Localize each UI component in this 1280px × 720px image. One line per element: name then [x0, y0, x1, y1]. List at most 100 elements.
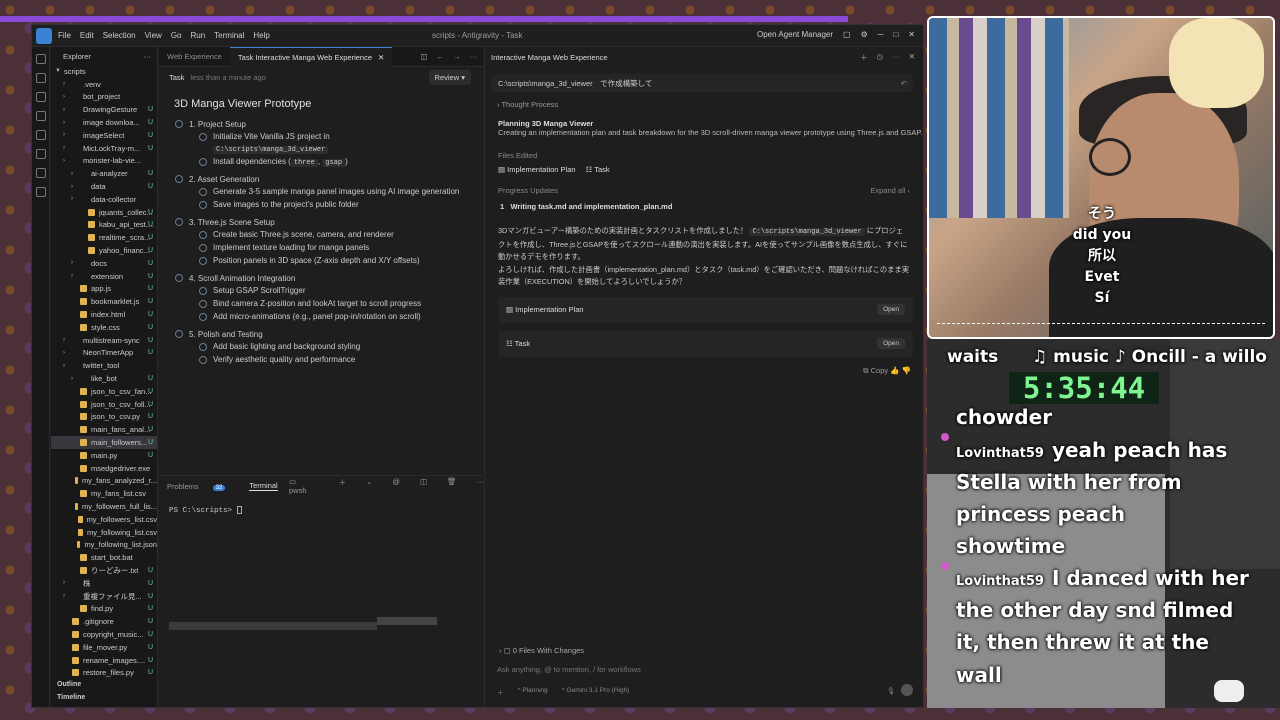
status-circle-icon[interactable]: [175, 175, 183, 183]
tab-terminal[interactable]: Terminal: [249, 481, 278, 491]
minimize-button[interactable]: ─: [878, 30, 884, 39]
tree-item[interactable]: › like_bot U: [51, 372, 157, 385]
tree-item[interactable]: › ai-analyzer U: [51, 167, 157, 180]
new-terminal-icon[interactable]: ＋: [339, 477, 347, 495]
tree-item[interactable]: › data-collector: [51, 193, 157, 206]
settings-icon[interactable]: ⚙: [861, 30, 868, 39]
tree-item[interactable]: copyright_music... U: [51, 628, 157, 641]
expand-all-button[interactable]: Expand all ‹: [870, 186, 910, 195]
menu-item-view[interactable]: View: [145, 31, 162, 40]
chevron-down-icon[interactable]: ⌄: [366, 477, 372, 495]
tree-item[interactable]: main_fans_anal... U: [51, 423, 157, 436]
tree-item[interactable]: .gitignore U: [51, 615, 157, 628]
tree-item[interactable]: index.html U: [51, 308, 157, 321]
status-circle-icon[interactable]: [199, 244, 207, 252]
tree-item[interactable]: json_to_csv_foll... U: [51, 398, 157, 411]
status-circle-icon[interactable]: [199, 356, 207, 364]
menu-item-file[interactable]: File: [58, 31, 71, 40]
status-circle-icon[interactable]: [199, 287, 207, 295]
open-agent-manager-button[interactable]: Open Agent Manager: [757, 30, 833, 39]
extensions-icon[interactable]: [36, 130, 46, 140]
tree-item[interactable]: my_following_list.csv: [51, 526, 157, 539]
status-circle-icon[interactable]: [175, 120, 183, 128]
status-circle-icon[interactable]: [199, 201, 207, 209]
mic-icon[interactable]: 🎙: [887, 687, 895, 695]
new-chat-icon[interactable]: ＋: [860, 52, 868, 63]
history-icon[interactable]: ◷: [877, 52, 884, 63]
thought-process-toggle[interactable]: › Thought Process: [497, 100, 923, 109]
tree-item[interactable]: › multistream-sync U: [51, 334, 157, 347]
status-circle-icon[interactable]: [175, 274, 183, 282]
status-circle-icon[interactable]: [175, 218, 183, 226]
tree-item[interactable]: find.py U: [51, 602, 157, 615]
tree-item[interactable]: › MicLockTray-m... U: [51, 142, 157, 155]
tab-web-experience[interactable]: Web Experience: [159, 47, 230, 67]
menu-item-run[interactable]: Run: [190, 31, 205, 40]
status-circle-icon[interactable]: [199, 343, 207, 351]
remote-icon[interactable]: [36, 149, 46, 159]
tree-item[interactable]: › imageSelect U: [51, 129, 157, 142]
trash-icon[interactable]: 🗑: [447, 477, 457, 495]
run-debug-icon[interactable]: [36, 111, 46, 121]
add-context-icon[interactable]: ＋: [497, 687, 504, 697]
menu-item-help[interactable]: Help: [253, 31, 269, 40]
review-button[interactable]: Review ▾: [428, 70, 471, 85]
menu-item-edit[interactable]: Edit: [80, 31, 94, 40]
tree-item[interactable]: realtime_scra... U: [51, 231, 157, 244]
horizontal-scrollbar[interactable]: [169, 622, 377, 630]
thumbs-down-icon[interactable]: 👎: [902, 366, 911, 375]
tree-item[interactable]: file_mover.py U: [51, 641, 157, 654]
terminal-prompt[interactable]: PS C:\scripts>: [169, 506, 483, 515]
tree-item[interactable]: › docs U: [51, 257, 157, 270]
tree-item[interactable]: bookmarklet.js U: [51, 295, 157, 308]
forward-icon[interactable]: →: [453, 52, 461, 61]
tree-item[interactable]: › data U: [51, 180, 157, 193]
scrollbar-thumb[interactable]: [377, 617, 437, 625]
tree-item[interactable]: my_followers_full_lis...: [51, 500, 157, 513]
more-icon[interactable]: ···: [892, 52, 900, 63]
source-control-icon[interactable]: [36, 92, 46, 102]
tree-item[interactable]: yahoo_financ... U: [51, 244, 157, 257]
tree-item[interactable]: my_fans_analyzed_r...: [51, 475, 157, 488]
tree-item[interactable]: › twitter_tool: [51, 359, 157, 372]
tree-item[interactable]: › .venv: [51, 78, 157, 91]
search-icon[interactable]: [36, 73, 46, 83]
send-button[interactable]: [901, 684, 913, 696]
menu-item-selection[interactable]: Selection: [103, 31, 136, 40]
split-terminal-icon[interactable]: ◫: [420, 477, 427, 495]
tree-item[interactable]: my_followers_list.csv: [51, 513, 157, 526]
tree-item[interactable]: › extension U: [51, 270, 157, 283]
status-circle-icon[interactable]: [199, 231, 207, 239]
thumbs-up-icon[interactable]: 👍: [890, 366, 899, 375]
tree-item[interactable]: rename_images.... U: [51, 654, 157, 667]
testing-icon[interactable]: [36, 168, 46, 178]
tree-item[interactable]: json_to_csv_fan... U: [51, 385, 157, 398]
status-circle-icon[interactable]: [199, 188, 207, 196]
more-actions-icon[interactable]: ···: [470, 52, 478, 61]
close-window-button[interactable]: ✕: [908, 30, 915, 39]
tree-item[interactable]: › monster-lab-vie...: [51, 155, 157, 168]
tree-item[interactable]: app.js U: [51, 283, 157, 296]
tree-item[interactable]: json_to_csv.py U: [51, 411, 157, 424]
outline-section[interactable]: Outline: [51, 681, 157, 694]
artifact-card-implementation-plan[interactable]: ▤ Implementation Plan Open: [498, 296, 913, 323]
agent-input[interactable]: Ask anything, @ to mention, / for workfl…: [495, 659, 913, 679]
tree-item[interactable]: restore_files.py U: [51, 666, 157, 679]
back-icon[interactable]: ←: [437, 52, 445, 61]
timeline-section[interactable]: Timeline: [51, 694, 157, 707]
tree-item[interactable]: › 重複ファイル見... U: [51, 590, 157, 603]
tree-item[interactable]: › 株 U: [51, 577, 157, 590]
mode-selector[interactable]: ^ Planning: [518, 687, 548, 697]
tree-item[interactable]: msedgedriver.exe: [51, 462, 157, 475]
tree-item[interactable]: › NeonTimerApp U: [51, 347, 157, 360]
tree-item[interactable]: my_following_list.json: [51, 538, 157, 551]
open-button[interactable]: Open: [877, 304, 905, 315]
status-circle-icon[interactable]: [199, 133, 207, 141]
model-selector[interactable]: ^ Gemini 3.1 Pro (High): [562, 687, 630, 697]
tree-item[interactable]: style.css U: [51, 321, 157, 334]
tree-item[interactable]: kabu_api_test.... U: [51, 219, 157, 232]
status-circle-icon[interactable]: [199, 300, 207, 308]
tab-problems[interactable]: Problems 32: [167, 482, 237, 491]
layout-icon[interactable]: ▢: [843, 30, 851, 39]
more-icon[interactable]: ···: [477, 477, 485, 495]
